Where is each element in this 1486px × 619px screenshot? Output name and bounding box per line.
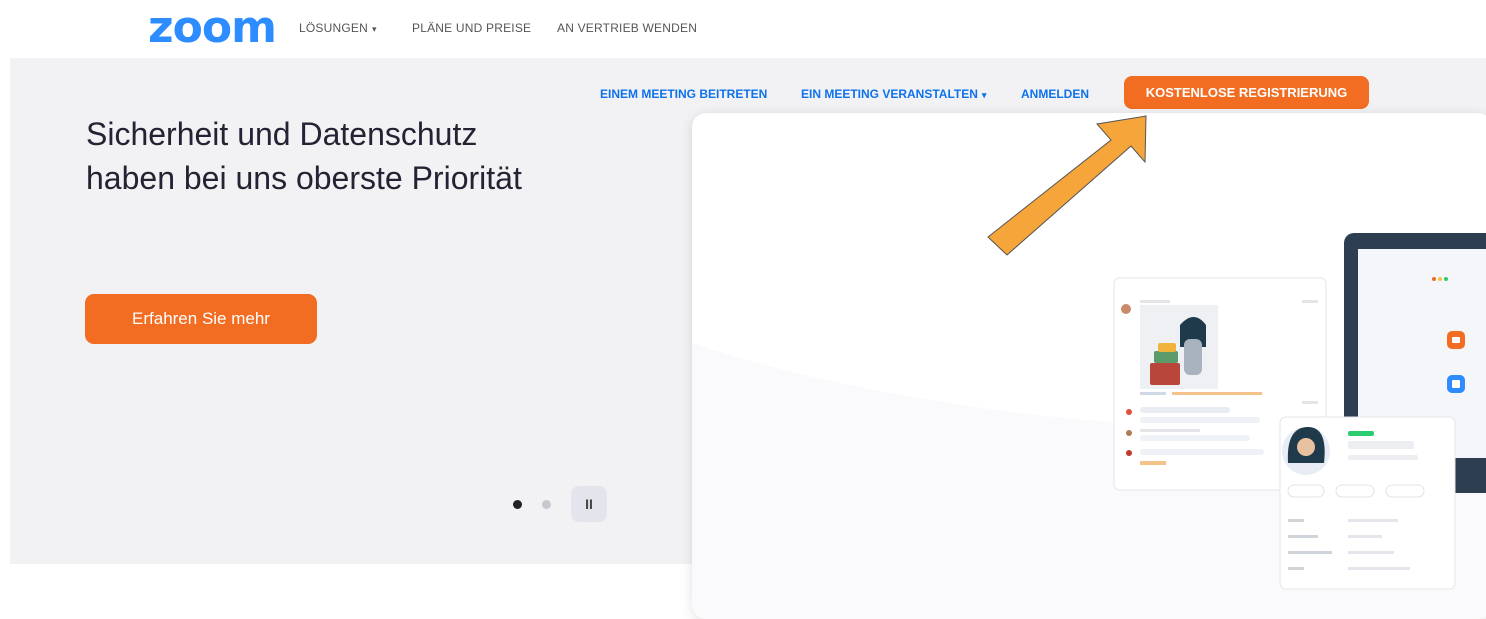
annotation-arrow-icon [987, 115, 1147, 256]
